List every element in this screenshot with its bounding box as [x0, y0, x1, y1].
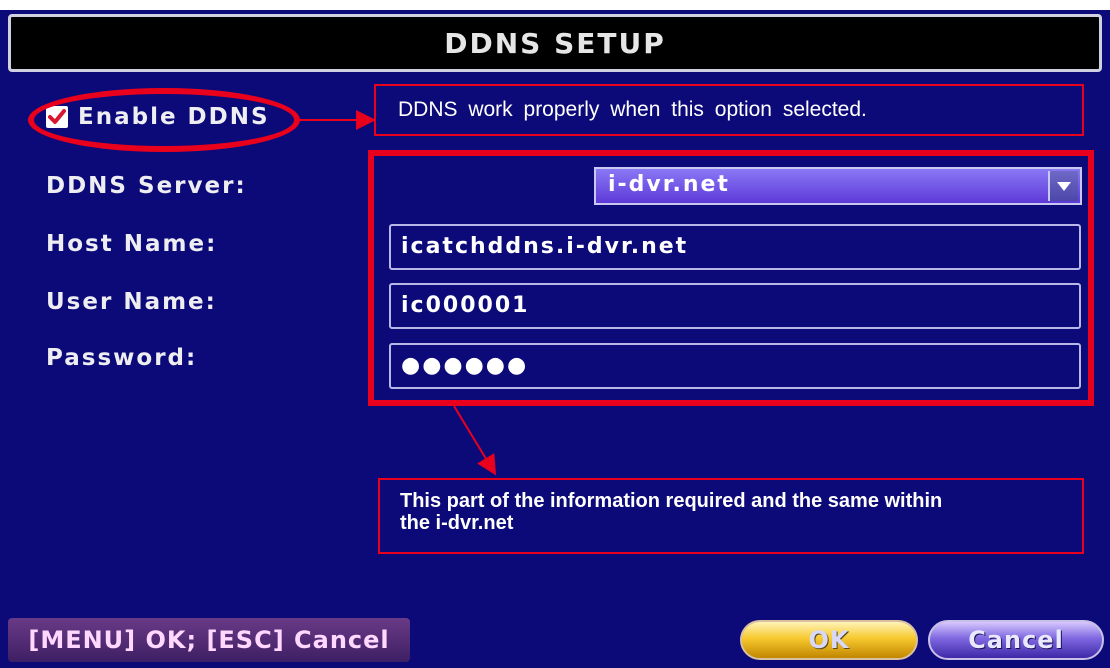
ddns-server-label: DDNS Server:: [46, 173, 247, 199]
page-title: DDNS SETUP: [444, 26, 666, 60]
enable-callout-text: DDNS work properly when this option sele…: [398, 98, 867, 121]
ddns-server-value: i-dvr.net: [608, 172, 730, 197]
dropdown-button[interactable]: [1048, 171, 1078, 201]
fields-callout: This part of the information required an…: [378, 478, 1084, 554]
title-bar: DDNS SETUP: [8, 14, 1102, 72]
ok-button-label: OK: [808, 626, 850, 654]
user-name-value: ic000001: [401, 293, 530, 318]
fields-arrow: [453, 405, 497, 476]
host-name-label: Host Name:: [46, 231, 218, 257]
ddns-server-select[interactable]: i-dvr.net: [594, 167, 1082, 205]
password-value: ●●●●●●: [401, 353, 529, 378]
cancel-button[interactable]: Cancel: [928, 620, 1104, 660]
password-field[interactable]: ●●●●●●: [389, 343, 1081, 389]
enable-highlight-ellipse: [28, 88, 300, 152]
dvr-osd-screen: DDNS SETUP Enable DDNS DDNS work properl…: [0, 0, 1110, 668]
host-name-value: icatchddns.i-dvr.net: [401, 234, 689, 259]
key-hint: [MENU] OK; [ESC] Cancel: [8, 618, 410, 662]
triangle-down-icon: [1057, 182, 1071, 191]
enable-callout: DDNS work properly when this option sele…: [374, 84, 1084, 136]
ok-button[interactable]: OK: [740, 620, 918, 660]
cancel-button-label: Cancel: [968, 626, 1064, 654]
user-name-label: User Name:: [46, 289, 217, 315]
key-hint-text: [MENU] OK; [ESC] Cancel: [28, 626, 390, 654]
top-border: [0, 0, 1110, 10]
password-label: Password:: [46, 345, 198, 371]
host-name-field[interactable]: icatchddns.i-dvr.net: [389, 224, 1081, 270]
user-name-field[interactable]: ic000001: [389, 283, 1081, 329]
fields-callout-text: This part of the information required an…: [400, 490, 943, 534]
